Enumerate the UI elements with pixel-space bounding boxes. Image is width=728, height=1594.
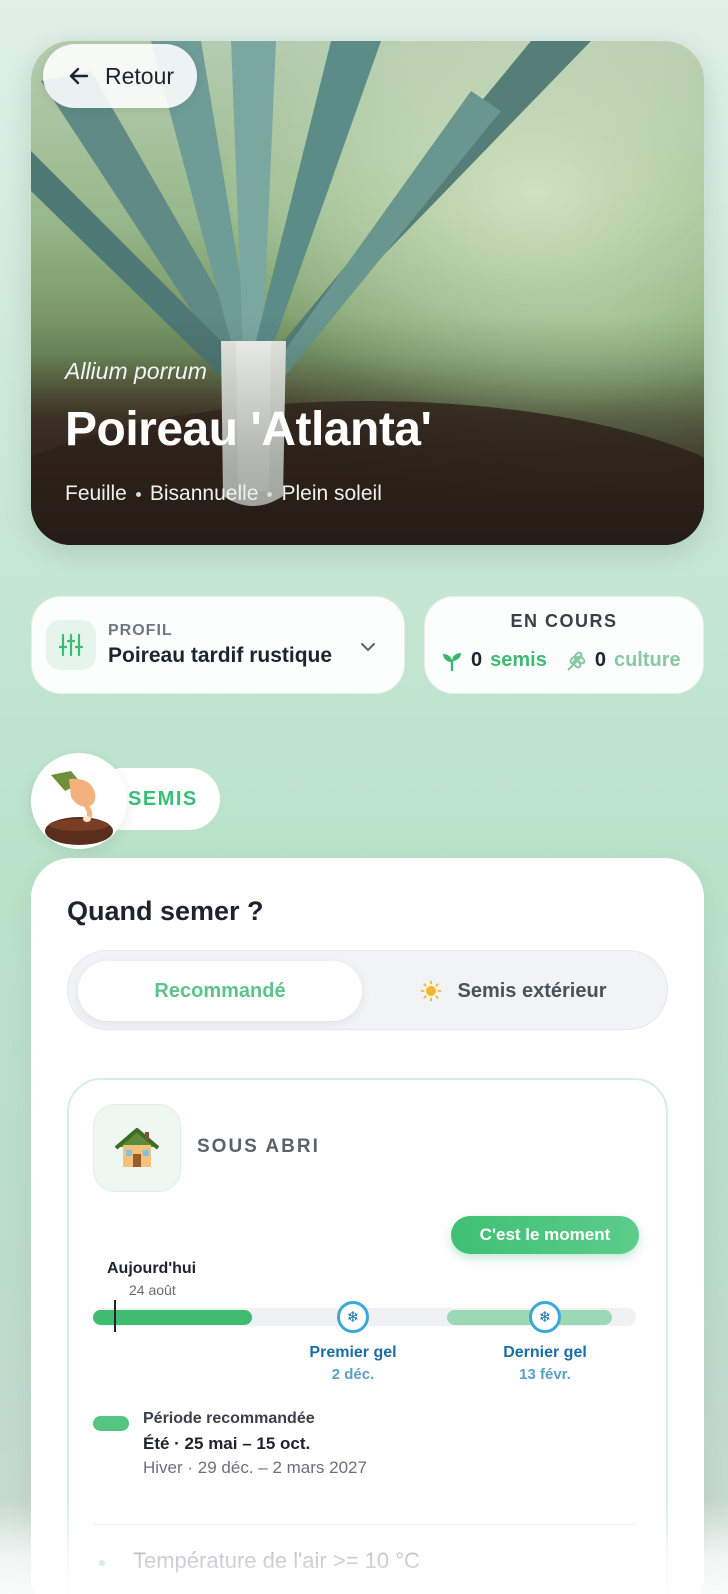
house-icon <box>93 1104 181 1192</box>
profile-value: Poireau tardif rustique <box>108 644 333 667</box>
period-winter: Hiver · 29 déc. – 2 mars 2027 <box>143 1458 367 1477</box>
semis-count: 0 <box>471 649 483 671</box>
back-label: Retour <box>105 62 175 89</box>
shelter-label: SOUS ABRI <box>197 1136 320 1157</box>
culture-label: culture <box>613 649 681 671</box>
status-badge: C'est le moment <box>451 1216 639 1254</box>
profile-label: PROFIL <box>108 622 173 639</box>
sowing-mode-tabs: Recommandé Semis extérieur <box>67 950 668 1030</box>
tab-outdoor[interactable]: Semis extérieur <box>368 961 658 1021</box>
shelter-panel: SOUS ABRI C'est le moment Aujourd'hui 24… <box>67 1078 668 1594</box>
first-frost-date: 2 déc. <box>331 1366 375 1383</box>
arrow-left-icon <box>69 67 89 85</box>
today-marker <box>114 1300 116 1332</box>
back-button[interactable]: Retour <box>43 44 197 108</box>
wheat-icon <box>567 651 586 671</box>
tag-exposure: Plein soleil <box>281 482 382 505</box>
profile-selector[interactable]: PROFIL Poireau tardif rustique <box>31 596 405 694</box>
sliders-icon <box>46 620 96 670</box>
page-title: Poireau 'Atlanta' <box>65 403 432 456</box>
sprout-icon <box>443 652 461 671</box>
in-progress-card: EN COURS 0 semis 0 culture <box>424 596 704 694</box>
bullet-dot <box>99 1560 105 1566</box>
when-title: Quand semer ? <box>67 896 264 926</box>
sowing-hand-icon <box>31 753 127 849</box>
tab-outdoor-label: Semis extérieur <box>457 979 607 1002</box>
chevron-down-icon[interactable] <box>352 631 384 663</box>
in-progress-title: EN COURS <box>510 611 618 631</box>
sowing-card: Quand semer ? Recommandé Semis extérieur <box>31 858 704 1594</box>
separator-dot <box>267 491 273 497</box>
separator-dot <box>135 491 141 497</box>
tab-recommended[interactable]: Recommandé <box>78 961 362 1021</box>
divider <box>93 1524 636 1525</box>
last-frost-label: Dernier gel <box>503 1344 587 1361</box>
legend-title: Période recommandée <box>143 1410 315 1427</box>
timeline-period-summer <box>93 1310 252 1325</box>
culture-count: 0 <box>594 649 606 671</box>
first-frost-label: Premier gel <box>309 1344 397 1361</box>
snowflake-icon: ❄ <box>337 1301 369 1333</box>
legend-swatch <box>93 1416 129 1431</box>
condition-text: Température de l'air >= 10 °C <box>133 1548 420 1573</box>
last-frost-date: 13 févr. <box>519 1366 571 1383</box>
tag-type: Feuille <box>65 482 127 505</box>
today-label: Aujourd'hui <box>107 1260 197 1277</box>
today-date: 24 août <box>129 1282 176 1298</box>
sun-icon <box>420 980 441 1002</box>
hero-image <box>31 41 704 545</box>
period-summer: Été · 25 mai – 15 oct. <box>143 1434 311 1453</box>
tag-cycle: Bisannuelle <box>149 482 259 505</box>
plant-tags: Feuille Bisannuelle Plein soleil <box>65 482 382 506</box>
latin-name: Allium porrum <box>65 358 207 384</box>
snowflake-icon: ❄ <box>529 1301 561 1333</box>
semis-label: semis <box>490 649 547 671</box>
